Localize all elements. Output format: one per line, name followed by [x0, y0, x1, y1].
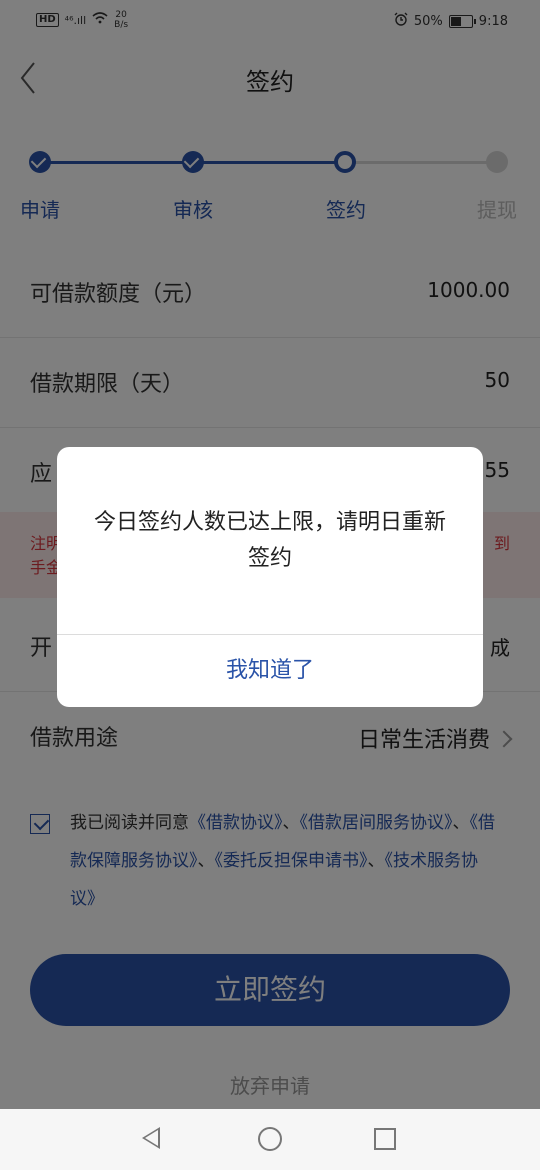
dialog-confirm-button[interactable]: 我知道了 — [57, 635, 483, 707]
limit-reached-dialog: 今日签约人数已达上限，请明日重新签约 我知道了 — [57, 447, 483, 707]
system-nav-bar — [0, 1109, 540, 1170]
system-back-icon[interactable] — [142, 1127, 160, 1149]
system-home-icon[interactable] — [258, 1127, 282, 1151]
system-recents-icon[interactable] — [374, 1128, 396, 1150]
dialog-message: 今日签约人数已达上限，请明日重新签约 — [93, 510, 446, 571]
